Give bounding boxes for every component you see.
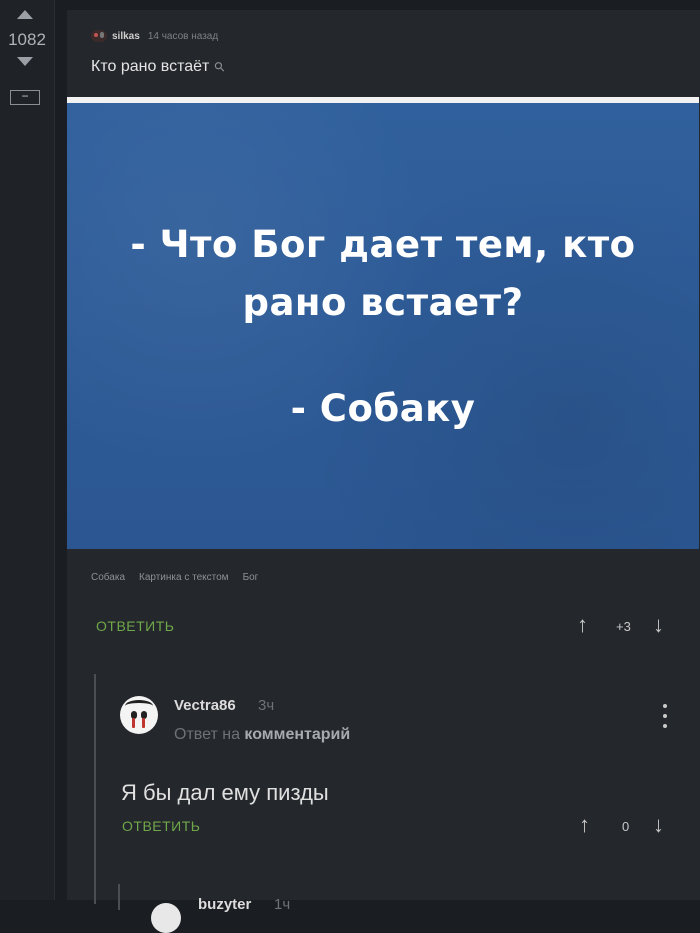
post-score: +3 bbox=[616, 619, 631, 634]
avatar-tear-right bbox=[142, 718, 145, 728]
reply-to-prefix: Ответ на bbox=[174, 726, 240, 743]
avatar-tear-left bbox=[132, 718, 135, 728]
comment-reply-button[interactable]: ОТВЕТИТЬ bbox=[122, 818, 200, 834]
comment-score-down-icon[interactable]: ↓ bbox=[653, 814, 664, 836]
image-text-line-3: - Собаку bbox=[290, 387, 476, 430]
comment-author[interactable]: Vectra86 bbox=[174, 697, 236, 714]
next-comment-author[interactable]: buzyter bbox=[198, 896, 251, 913]
comment-score: 0 bbox=[622, 819, 630, 834]
post-reply-button[interactable]: ОТВЕТИТЬ bbox=[96, 618, 174, 634]
post-score-up-icon[interactable]: ↑ bbox=[577, 614, 588, 636]
image-text-line-1: - Что Бог дает тем, кто bbox=[130, 223, 636, 266]
post-rating-column: 1082 − bbox=[0, 0, 55, 900]
comment-time[interactable]: 3ч bbox=[258, 697, 274, 714]
nested-thread-line[interactable] bbox=[118, 884, 120, 910]
tag-kartinka[interactable]: Картинка с текстом bbox=[139, 572, 229, 583]
image-background bbox=[67, 103, 699, 549]
post-time[interactable]: 14 часов назад bbox=[148, 31, 218, 42]
post-tags: Собака Картинка с текстом Бог bbox=[91, 572, 258, 583]
image-text-line-2: рано встает? bbox=[242, 281, 524, 324]
link-icon[interactable]: ⚲ bbox=[211, 58, 229, 76]
kebab-icon[interactable] bbox=[662, 704, 668, 730]
post-score-down-icon[interactable]: ↓ bbox=[653, 614, 664, 636]
avatar-hair bbox=[125, 700, 153, 712]
post-author-row: silkas 14 часов назад bbox=[91, 28, 218, 44]
reply-to-link[interactable]: комментарий bbox=[244, 726, 350, 743]
thread-line[interactable] bbox=[94, 674, 96, 904]
comment-reply-to: Ответ на комментарий bbox=[174, 726, 350, 744]
comment-avatar[interactable] bbox=[120, 696, 158, 734]
author-avatar[interactable] bbox=[91, 30, 107, 42]
post-downvote-icon[interactable] bbox=[17, 57, 33, 66]
next-comment-time[interactable]: 1ч bbox=[274, 896, 290, 913]
top-strip bbox=[0, 0, 700, 10]
collapse-button[interactable]: − bbox=[10, 90, 40, 105]
comment-score-up-icon[interactable]: ↑ bbox=[579, 814, 590, 836]
author-name[interactable]: silkas bbox=[112, 31, 140, 42]
tag-bog[interactable]: Бог bbox=[243, 572, 259, 583]
post-card: silkas 14 часов назад Кто рано встаёт ⚲ -… bbox=[67, 10, 700, 933]
post-rating: 1082 bbox=[8, 30, 46, 49]
post-title-text[interactable]: Кто рано встаёт bbox=[91, 58, 209, 75]
tag-sobaka[interactable]: Собака bbox=[91, 572, 125, 583]
next-comment-avatar[interactable] bbox=[151, 903, 181, 933]
comment-text: Я бы дал ему пизды bbox=[121, 780, 329, 805]
post-upvote-icon[interactable] bbox=[17, 10, 33, 19]
post-image[interactable]: - Что Бог дает тем, кто рано встает? - С… bbox=[67, 97, 699, 549]
post-title[interactable]: Кто рано встаёт ⚲ bbox=[91, 58, 228, 76]
